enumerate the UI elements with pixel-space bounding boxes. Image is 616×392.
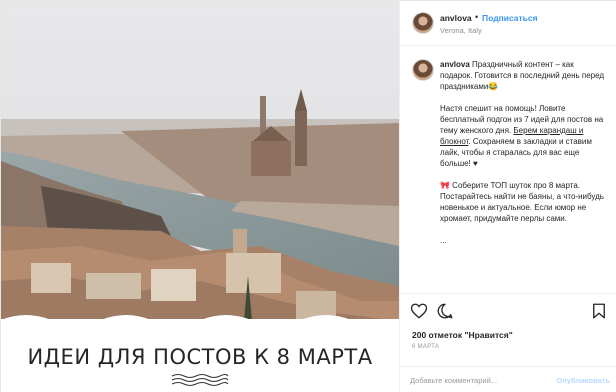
image-title: ИДЕИ ДЛЯ ПОСТОВ К 8 МАРТА: [27, 345, 373, 369]
caption-more: ...: [440, 236, 447, 245]
instagram-post: ИДЕИ ДЛЯ ПОСТОВ К 8 МАРТА anvlova • Подп…: [0, 0, 616, 392]
post-sidebar: anvlova • Подписаться Verona, Italy anvl…: [399, 1, 616, 392]
caption-username-link[interactable]: anvlova: [440, 60, 470, 69]
caption-text: anvlova Праздничный контент – как подаро…: [440, 59, 606, 257]
post-date: 6 МАРТА: [412, 344, 440, 350]
caption-area: anvlova Праздничный контент – как подаро…: [400, 46, 616, 293]
likes-count[interactable]: 200 отметок "Нравится": [412, 330, 513, 340]
comment-input[interactable]: [410, 373, 550, 387]
caption-paragraph-3: 🎀 Соберите ТОП шуток про 8 марта. Постар…: [440, 181, 604, 223]
publish-button[interactable]: Опубликовать: [556, 376, 610, 385]
comment-bar: Опубликовать: [400, 366, 616, 392]
comment-icon[interactable]: [436, 302, 454, 320]
wave-divider-icon: [171, 374, 229, 386]
separator-dot: •: [475, 12, 479, 22]
caption-avatar[interactable]: [412, 59, 434, 81]
post-image[interactable]: ИДЕИ ДЛЯ ПОСТОВ К 8 МАРТА: [1, 1, 399, 392]
location-link[interactable]: Verona, Italy: [440, 26, 482, 35]
banner-wave-edge: [1, 315, 399, 336]
username-link[interactable]: anvlova: [440, 13, 472, 23]
heart-icon[interactable]: [410, 302, 428, 320]
avatar[interactable]: [412, 12, 434, 34]
action-bar: [400, 293, 616, 329]
follow-button[interactable]: Подписаться: [482, 13, 538, 23]
post-header: anvlova • Подписаться Verona, Italy: [400, 1, 616, 46]
bookmark-icon[interactable]: [590, 302, 608, 320]
